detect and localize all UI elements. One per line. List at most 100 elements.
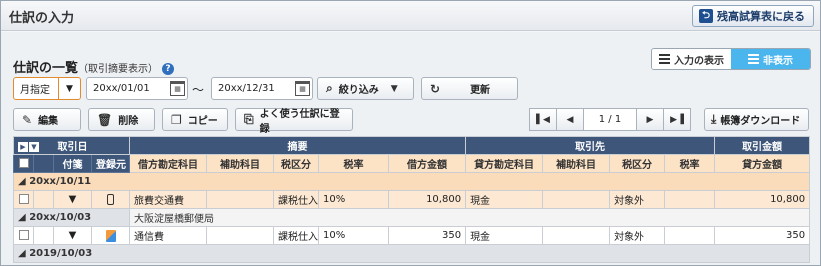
select-all-checkbox[interactable] <box>13 154 34 173</box>
delete-button[interactable]: 🗑 削除 <box>88 108 155 131</box>
trash-icon: 🗑 <box>97 112 113 127</box>
edit-button[interactable]: ✎ 編集 <box>13 108 81 131</box>
group-date: 20xx/10/03 <box>29 212 92 223</box>
debit-sub <box>206 190 275 209</box>
group-row[interactable]: ◢ 20xx/10/03 大阪淀屋橋郵便局 <box>12 208 811 227</box>
register-favorite-button[interactable]: ⎘ よく使う仕訳に登録 <box>235 108 353 135</box>
collapse-icon[interactable]: ◢ <box>18 212 26 223</box>
bookmark-icon: ⎘ <box>244 112 254 126</box>
table-row[interactable]: ▼ 旅費交通費 課税仕入 10% 10,800 現金 対象外 10,800 <box>13 190 811 209</box>
credit-tax-class: 対象外 <box>609 226 666 245</box>
list-icon <box>659 54 670 64</box>
next-page-button[interactable]: ▶ <box>636 108 664 131</box>
journal-list-subtitle: （取引摘要表示） <box>78 64 159 75</box>
col-header-debit-sub[interactable]: 補助科目 <box>206 154 275 173</box>
credit-account: 現金 <box>465 226 544 245</box>
col-header-credit-amount[interactable]: 貸方金額 <box>714 154 811 173</box>
collapse-icon[interactable]: ▼ <box>29 142 39 152</box>
help-icon[interactable]: ? <box>162 63 175 75</box>
source-cell <box>90 226 131 245</box>
row-checkbox[interactable] <box>13 226 34 245</box>
credit-tax-rate <box>664 226 716 245</box>
debit-tax-rate: 10% <box>318 226 390 245</box>
list-icon <box>748 54 759 64</box>
collapse-icon[interactable]: ◢ <box>18 176 26 187</box>
hide-input-button[interactable]: 非表示 <box>731 49 810 69</box>
prev-page-icon: ◀ <box>566 114 574 125</box>
group-date: 2019/10/03 <box>29 248 93 259</box>
debit-sub <box>206 226 275 245</box>
row-checkbox[interactable] <box>13 190 34 209</box>
col-header-partner[interactable]: 取引先 <box>465 136 716 155</box>
phone-icon <box>107 193 115 205</box>
debit-account: 通信費 <box>129 226 208 245</box>
debit-amount: 350 <box>388 226 467 245</box>
first-page-button[interactable]: ▌◀ <box>529 108 557 131</box>
pagination: ▌◀ ◀ 1 / 1 ▶ ▶▐ <box>529 108 691 131</box>
chevron-down-icon: ▼ <box>390 83 398 94</box>
last-page-button[interactable]: ▶▐ <box>663 108 691 131</box>
ledger-download-button[interactable]: ⤓ 帳簿ダウンロード <box>704 108 809 131</box>
search-icon: ⌕ <box>326 81 333 95</box>
credit-amount: 350 <box>714 226 811 245</box>
debit-amount: 10,800 <box>388 190 467 209</box>
date-to-field[interactable]: 20xx/12/31 ▦ <box>211 77 313 100</box>
col-header-credit-account[interactable]: 貸方勘定科目 <box>465 154 544 173</box>
period-select[interactable]: 月指定 ▼ <box>13 77 81 100</box>
pencil-icon: ✎ <box>22 112 33 127</box>
col-header-amount[interactable]: 取引金額 <box>714 136 811 155</box>
first-page-icon: ▌◀ <box>536 114 550 125</box>
table-header-row-1: ▶ ▼ 取引日 摘要 取引先 取引金額 <box>12 136 811 155</box>
col-header-memo[interactable]: 摘要 <box>129 136 467 155</box>
calendar-icon[interactable]: ▦ <box>295 81 310 96</box>
group-date: 20xx/10/11 <box>29 176 92 187</box>
main-content: 仕訳の一覧（取引摘要表示）? 入力の表示 非表示 月指定 ▼ 20xx/01/0… <box>1 32 820 265</box>
input-view-toggle: 入力の表示 非表示 <box>651 48 811 70</box>
credit-sub <box>542 226 611 245</box>
col-header-debit-tax-rate[interactable]: 税率 <box>318 154 390 173</box>
table-header-row-2: 付箋 登録元 借方勘定科目 補助科目 税区分 税率 借方金額 貸方勘定科目 補助… <box>13 154 811 173</box>
credit-tax-class: 対象外 <box>609 190 666 209</box>
col-header-source[interactable]: 登録元 <box>90 154 131 173</box>
debit-tax-class: 課税仕入 <box>273 226 320 245</box>
table-row[interactable]: ▼ 通信費 課税仕入 10% 350 現金 対象外 350 <box>13 226 811 245</box>
date-range-separator: ～ <box>192 83 205 97</box>
return-icon: ⮌ <box>699 9 713 23</box>
col-header-debit-amount[interactable]: 借方金額 <box>388 154 467 173</box>
prev-page-button[interactable]: ◀ <box>556 108 584 131</box>
debit-tax-rate: 10% <box>318 190 390 209</box>
col-header-blank <box>33 154 54 173</box>
group-row[interactable]: ◢ 20xx/10/11 <box>12 172 811 191</box>
date-from-field[interactable]: 20xx/01/01 ▦ <box>86 77 188 100</box>
expand-icon[interactable]: ▶ <box>18 142 28 152</box>
col-header-date[interactable]: ▶ ▼ 取引日 <box>12 136 131 155</box>
page-indicator[interactable]: 1 / 1 <box>583 108 637 131</box>
copy-icon: ❐ <box>171 112 182 127</box>
col-header-credit-tax-class[interactable]: 税区分 <box>609 154 666 173</box>
col-header-credit-tax-rate[interactable]: 税率 <box>664 154 716 173</box>
show-input-button[interactable]: 入力の表示 <box>652 49 731 69</box>
col-header-attach[interactable]: 付箋 <box>53 154 92 173</box>
calendar-icon[interactable]: ▦ <box>170 81 185 96</box>
copy-button[interactable]: ❐ コピー <box>162 108 228 131</box>
journal-table: ▶ ▼ 取引日 摘要 取引先 取引金額 付箋 登録元 借方勘定科目 補助科目 税区… <box>12 136 811 263</box>
col-header-credit-sub[interactable]: 補助科目 <box>542 154 611 173</box>
refresh-button[interactable]: ↻ 更新 <box>421 77 518 100</box>
chevron-down-icon: ▼ <box>68 194 77 205</box>
download-icon: ⤓ <box>711 112 717 126</box>
collapse-icon[interactable]: ◢ <box>18 248 26 259</box>
col-header-debit-tax-class[interactable]: 税区分 <box>273 154 320 173</box>
col-header-debit-account[interactable]: 借方勘定科目 <box>129 154 208 173</box>
last-page-icon: ▶▐ <box>670 114 684 125</box>
group-row[interactable]: ◢ 2019/10/03 <box>12 244 811 263</box>
back-button-label: 残高試算表に戻る <box>717 10 805 23</box>
row-menu[interactable]: ▼ <box>53 226 92 245</box>
title-bar: 仕訳の入力 ⮌ 残高試算表に戻る <box>1 1 820 31</box>
row-menu[interactable]: ▼ <box>53 190 92 209</box>
app-window: 仕訳の入力 ⮌ 残高試算表に戻る 仕訳の一覧（取引摘要表示）? 入力の表示 非表… <box>0 0 821 266</box>
credit-sub <box>542 190 611 209</box>
journal-list-title: 仕訳の一覧（取引摘要表示）? <box>13 57 175 76</box>
filter-button[interactable]: ⌕ 絞り込み ▼ <box>317 77 414 100</box>
source-cell <box>90 190 131 209</box>
back-to-trial-balance-button[interactable]: ⮌ 残高試算表に戻る <box>692 5 814 27</box>
